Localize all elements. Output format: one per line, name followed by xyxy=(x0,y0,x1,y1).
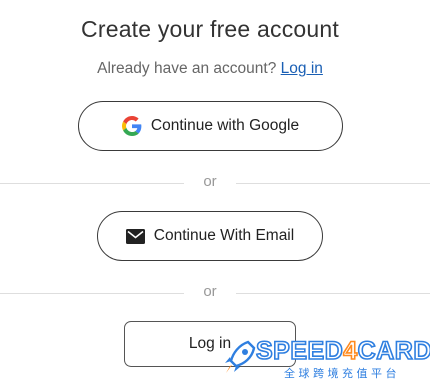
login-link[interactable]: Log in xyxy=(281,60,323,77)
divider-text: or xyxy=(203,173,217,190)
or-divider: or xyxy=(0,173,430,193)
divider-text: or xyxy=(203,283,217,300)
google-g-icon xyxy=(121,116,142,136)
speed4card-watermark: SPEED4CARD 全球跨境充值平台 xyxy=(222,336,430,380)
login-prompt-text: Already have an account? xyxy=(97,60,277,77)
or-divider: or xyxy=(0,283,430,303)
mail-icon xyxy=(125,228,145,244)
watermark-brand-suffix: CARD xyxy=(357,336,430,366)
email-button-label: Continue With Email xyxy=(153,227,295,244)
continue-with-email-button[interactable]: Continue With Email xyxy=(97,211,323,261)
rocket-icon xyxy=(225,340,256,373)
divider-line-right xyxy=(236,183,430,184)
page-title: Create your free account xyxy=(81,16,339,42)
login-prompt: Already have an account? Log in xyxy=(0,60,420,78)
watermark-brand-digit: 4 xyxy=(342,336,358,366)
google-button-label: Continue with Google xyxy=(150,117,300,134)
divider-line-right xyxy=(236,293,430,294)
watermark-brand: SPEED4CARD xyxy=(255,336,430,366)
continue-with-google-button[interactable]: Continue with Google xyxy=(78,101,343,151)
watermark-tagline: 全球跨境充值平台 xyxy=(284,368,400,380)
watermark-brand-prefix: SPEED xyxy=(255,336,344,366)
